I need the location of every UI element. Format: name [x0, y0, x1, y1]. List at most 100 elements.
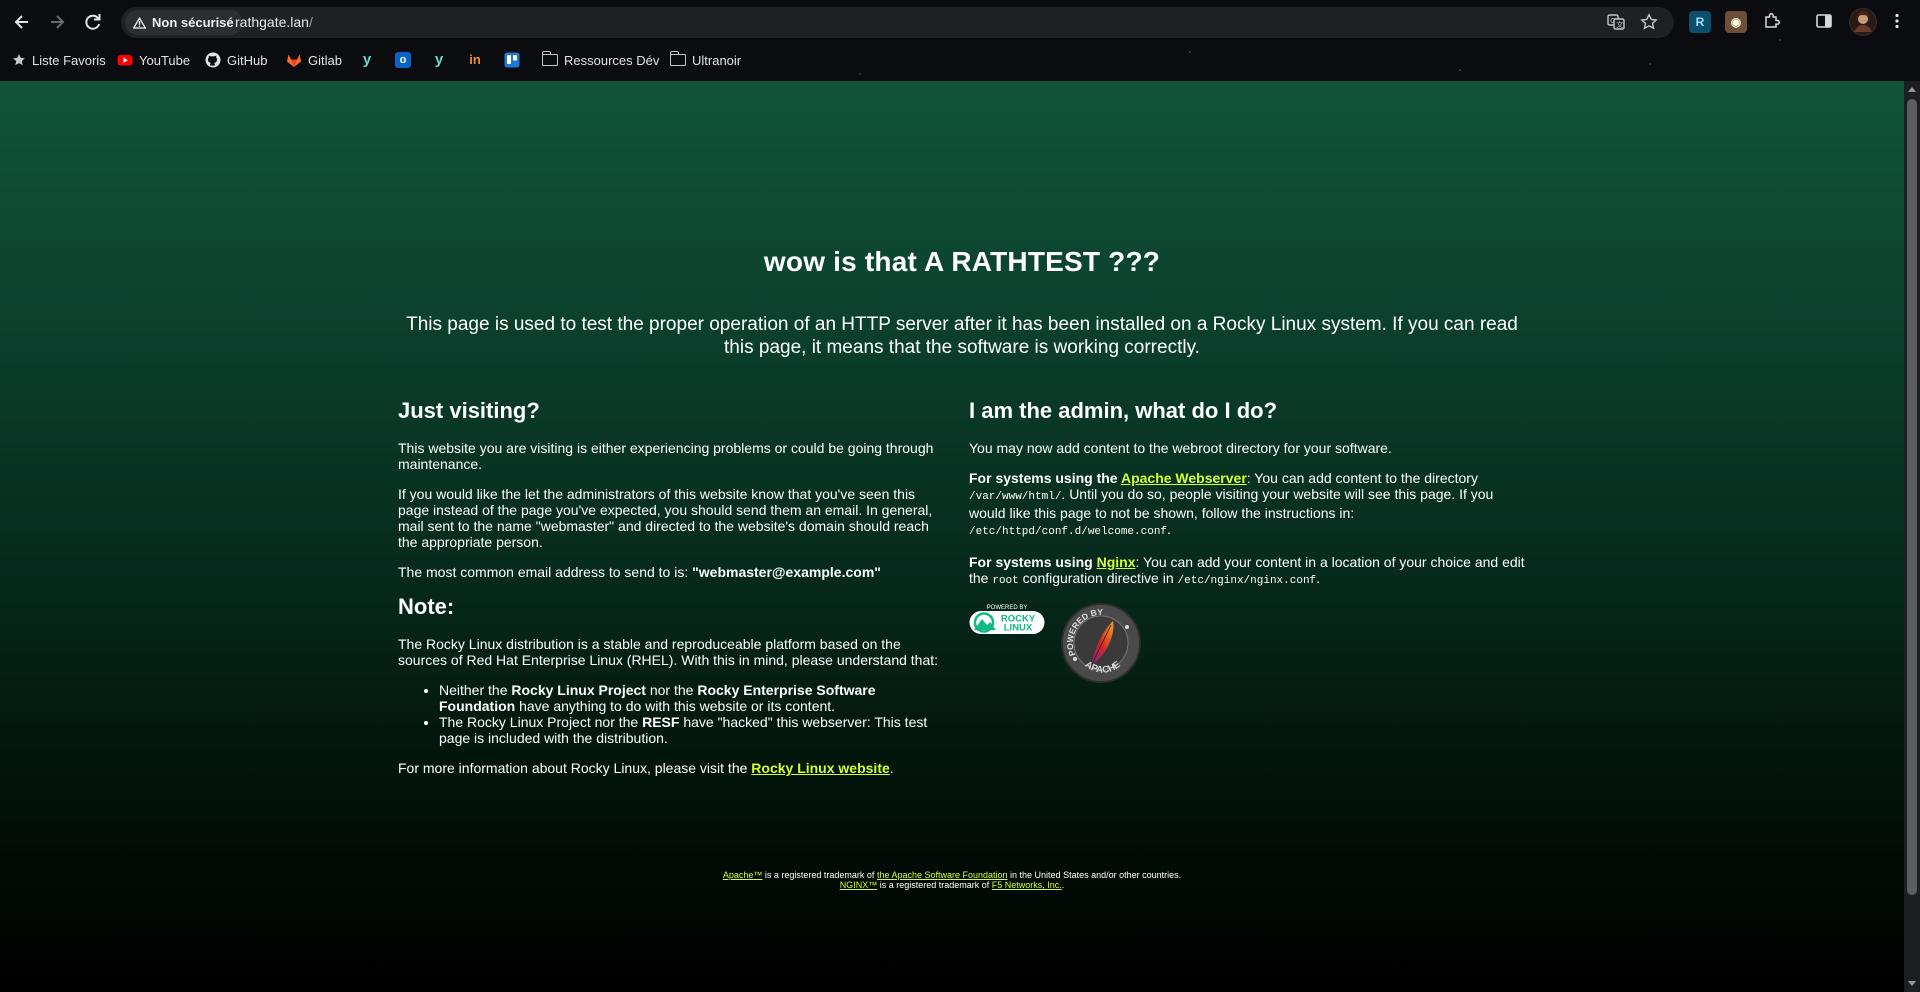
f5-networks-link[interactable]: F5 Networks, Inc. — [992, 880, 1062, 890]
arrow-left-icon — [14, 15, 28, 29]
scroll-down-arrow[interactable] — [1908, 981, 1916, 986]
powered-by-logos: POWERED BY ROCKY LINUX POWERED BY APACHE — [969, 603, 1529, 689]
apache-trademark-link[interactable]: Apache™ — [723, 870, 763, 880]
email-prefix: The most common email address to send to… — [398, 564, 693, 580]
forward-button[interactable] — [43, 8, 71, 36]
note-list: Neither the Rocky Linux Project nor the … — [439, 682, 948, 746]
bookmark-indeed[interactable]: in — [467, 50, 483, 70]
powered-by-apache-badge[interactable]: POWERED BY APACHE — [1061, 603, 1141, 683]
footer-text: is a registered trademark of — [762, 870, 877, 880]
bookmark-yammer-1[interactable]: y — [359, 50, 375, 70]
title-strong: A RATHTEST ??? — [923, 246, 1161, 277]
url-text[interactable]: rathgate.lan/ — [235, 14, 313, 30]
bookmarks-bar: Liste Favoris YouTube GitHub Gitlab y o … — [0, 44, 1920, 74]
scroll-thumb[interactable] — [1907, 99, 1917, 895]
visiting-paragraph-2: If you would like the let the administra… — [398, 486, 933, 550]
browser-menu-icon[interactable] — [1886, 11, 1908, 33]
bookmark-yammer-2[interactable]: y — [431, 50, 447, 70]
youtube-icon — [117, 55, 133, 66]
nginx-text-end: . — [1316, 570, 1321, 586]
li-text: have anything to do with this website or… — [515, 698, 836, 714]
extension-2-icon[interactable]: ◉ — [1725, 11, 1747, 33]
title-prefix: wow is that — [763, 246, 924, 277]
admin-heading: I am the admin, what do I do? — [969, 398, 1278, 423]
footer-line-apache: Apache™ is a registered trademark of the… — [0, 870, 1904, 880]
bookmark-star-icon[interactable] — [1639, 13, 1659, 33]
powered-by-rocky-linux-badge[interactable]: POWERED BY ROCKY LINUX — [969, 603, 1045, 635]
security-label: Non sécurisé — [152, 15, 234, 30]
note-paragraph: The Rocky Linux distribution is a stable… — [398, 636, 939, 668]
bookmark-liste-favoris[interactable]: Liste Favoris — [12, 50, 106, 70]
rocky-badge-line-2: LINUX — [1004, 623, 1033, 634]
back-button[interactable] — [8, 8, 36, 36]
li-text: nor the — [645, 682, 698, 698]
reload-button[interactable] — [79, 8, 107, 36]
rocky-linux-website-link[interactable]: Rocky Linux website — [751, 760, 889, 776]
list-item: Neither the Rocky Linux Project nor the … — [439, 682, 948, 714]
webmaster-email: "webmaster@example.com" — [692, 564, 881, 580]
github-icon — [205, 52, 221, 68]
bookmark-label: Ressources Dév — [564, 52, 660, 68]
extensions-puzzle-icon[interactable] — [1761, 11, 1783, 33]
page-title: wow is that A RATHTEST ??? — [392, 246, 1532, 278]
more-suffix: . — [889, 760, 894, 776]
li-strong: RESF — [642, 714, 680, 730]
nginx-conf-path: /etc/nginx/nginx.conf — [1177, 575, 1317, 587]
bookmark-label: GitHub — [227, 52, 268, 68]
nginx-trademark-link[interactable]: NGINX™ — [840, 880, 878, 890]
bookmark-gitlab[interactable]: Gitlab — [286, 50, 342, 70]
bookmark-trello[interactable] — [504, 50, 520, 70]
note-heading: Note: — [398, 594, 455, 619]
bookmark-folder-ultranoir[interactable]: Ultranoir — [669, 50, 742, 70]
apache-foundation-link[interactable]: the Apache Software Foundation — [877, 870, 1008, 880]
translate-icon[interactable]: G文 — [1606, 13, 1626, 33]
nginx-link[interactable]: Nginx — [1097, 554, 1136, 570]
browser-toolbar: Non sécurisé rathgate.lan/ G文 R ◉ — [0, 0, 1920, 44]
nginx-root-directive: root — [992, 575, 1019, 587]
visiting-paragraph-3: The most common email address to send to… — [398, 564, 948, 580]
more-prefix: For more information about Rocky Linux, … — [398, 760, 752, 776]
apache-prefix: For systems using the — [969, 470, 1121, 486]
footer-line-nginx: NGINX™ is a registered trademark of F5 N… — [0, 880, 1904, 890]
admin-column: I am the admin, what do I do? You may no… — [969, 398, 1529, 689]
reload-icon — [85, 14, 101, 30]
bookmark-label: YouTube — [139, 52, 191, 68]
bookmark-github[interactable]: GitHub — [205, 50, 267, 70]
bookmark-youtube[interactable]: YouTube — [117, 50, 190, 70]
footer-text: in the United States and/or other countr… — [1007, 870, 1182, 880]
address-bar[interactable]: Non sécurisé rathgate.lan/ G文 — [121, 7, 1674, 38]
list-item: The Rocky Linux Project nor the RESF hav… — [439, 714, 948, 746]
security-chip[interactable]: Non sécurisé — [125, 10, 243, 35]
profile-avatar[interactable] — [1849, 8, 1877, 36]
warning-icon — [133, 16, 146, 29]
visitor-column: Just visiting? This website you are visi… — [398, 398, 948, 790]
folder-icon — [541, 51, 558, 66]
outlook-icon: o — [395, 52, 411, 68]
scroll-up-arrow[interactable] — [1908, 87, 1916, 92]
bookmark-folder-ressources-dev[interactable]: Ressources Dév — [541, 50, 660, 70]
indeed-icon: in — [469, 52, 481, 67]
extension-1-icon[interactable]: R — [1689, 11, 1711, 33]
apache-webroot-path: /var/www/html/ — [969, 491, 1062, 503]
yammer-icon: y — [434, 51, 444, 68]
li-text: Neither the — [439, 682, 512, 698]
nginx-paragraph: For systems using Nginx: You can add you… — [969, 554, 1529, 589]
url-path: / — [308, 14, 313, 30]
apache-text: : You can add content to the directory — [1246, 470, 1478, 486]
bookmark-label: Ultranoir — [692, 52, 742, 68]
apache-webserver-link[interactable]: Apache Webserver — [1121, 470, 1247, 486]
bookmark-outlook[interactable]: o — [395, 50, 411, 70]
visiting-heading: Just visiting? — [398, 398, 540, 423]
nginx-text: configuration directive in — [1018, 570, 1178, 586]
footer-text: . — [1061, 880, 1065, 890]
li-text: The Rocky Linux Project nor the — [439, 714, 643, 730]
page-scrollbar[interactable] — [1904, 81, 1920, 992]
nginx-prefix: For systems using — [969, 554, 1097, 570]
apache-paragraph: For systems using the Apache Webserver: … — [969, 470, 1529, 540]
side-panel-icon[interactable] — [1813, 11, 1835, 33]
star-icon — [13, 54, 25, 66]
arrow-right-icon — [51, 15, 65, 29]
apache-text-end: . — [1167, 521, 1171, 537]
browser-chrome: Non sécurisé rathgate.lan/ G文 R ◉ Liste … — [0, 0, 1920, 81]
more-info-paragraph: For more information about Rocky Linux, … — [398, 760, 948, 776]
